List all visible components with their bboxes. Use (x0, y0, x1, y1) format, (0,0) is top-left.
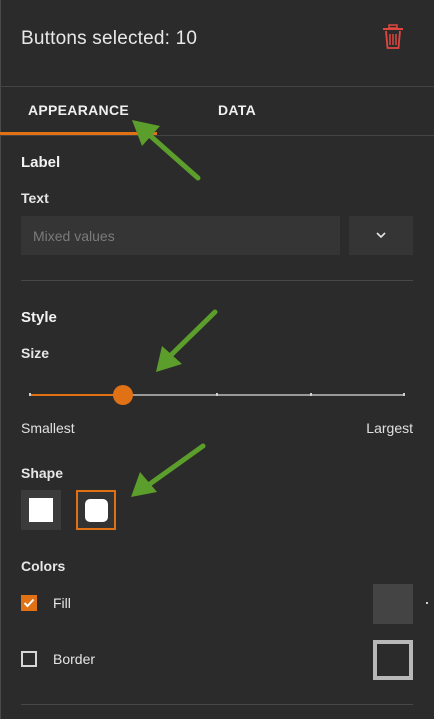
colors-label: Colors (21, 558, 66, 574)
slider-tick (310, 393, 312, 396)
shape-square-button[interactable] (21, 490, 61, 530)
section-divider (21, 280, 413, 281)
shape-label: Shape (21, 465, 64, 481)
label-text-input[interactable] (21, 216, 340, 255)
fill-label: Fill (53, 595, 71, 611)
border-label: Border (53, 651, 96, 667)
border-checkbox[interactable] (21, 651, 37, 667)
panel-header: Buttons selected: 10 (0, 0, 434, 87)
label-section-title: Label (21, 154, 61, 171)
tab-appearance[interactable]: APPEARANCE (0, 87, 157, 135)
tab-bar: APPEARANCE DATA (0, 87, 434, 136)
selection-title: Buttons selected: 10 (21, 28, 198, 49)
checkmark-icon (23, 598, 35, 608)
text-field-label: Text (21, 190, 49, 206)
bottom-divider (21, 704, 413, 705)
slider-fill (30, 394, 123, 396)
shape-rounded-button[interactable] (76, 490, 116, 530)
rounded-square-shape-icon (85, 499, 108, 522)
size-min-label: Smallest (21, 420, 75, 436)
slider-tick (216, 393, 218, 396)
label-dropdown-button[interactable] (349, 216, 413, 255)
trash-icon (383, 24, 403, 49)
slider-thumb[interactable] (113, 385, 133, 405)
size-max-label: Largest (366, 420, 413, 436)
square-shape-icon (29, 498, 53, 522)
swatch-indicator-dot (426, 602, 428, 604)
fill-color-swatch[interactable] (373, 584, 413, 624)
style-section-title: Style (21, 309, 57, 326)
fill-checkbox[interactable] (21, 595, 37, 611)
properties-panel: Buttons selected: 10 APPEARANCE DATA Lab… (0, 0, 434, 719)
size-label: Size (21, 345, 50, 361)
delete-button[interactable] (381, 24, 405, 50)
annotation-arrow (131, 443, 206, 497)
slider-tick (29, 393, 31, 396)
border-color-swatch[interactable] (373, 640, 413, 680)
chevron-down-icon (376, 232, 386, 238)
slider-tick (403, 393, 405, 396)
tab-data[interactable]: DATA (157, 87, 317, 134)
annotation-arrow (156, 309, 218, 372)
